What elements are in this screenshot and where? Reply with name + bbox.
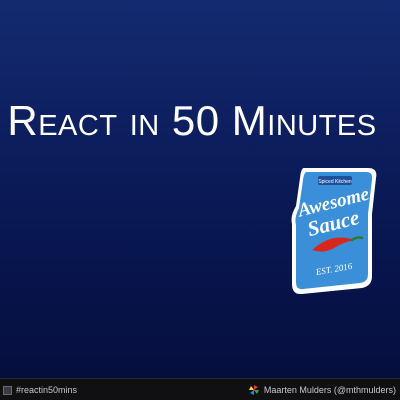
pinwheel-icon [248,385,259,395]
hashtag-text: #reactin50mins [16,385,78,395]
hashtag-group: #reactin50mins [3,382,77,398]
square-icon [3,385,12,395]
author-group: Maarten Mulders (@mthmulders) [248,382,396,398]
awesome-sauce-sticker: Spiced Kitchen Awesome Sauce EST. 2016 [291,168,377,295]
author-text: Maarten Mulders (@mthmulders) [263,385,396,395]
footer-bar: #reactin50mins Maarten Mulders (@mthmuld… [0,378,400,400]
sticker-top-text: Spiced Kitchen [318,179,352,185]
presentation-screen: React in 50 Minutes Spiced Kitchen Aweso… [0,0,400,400]
slide-title: React in 50 Minutes [7,97,377,144]
slide: React in 50 Minutes Spiced Kitchen Aweso… [0,0,400,378]
